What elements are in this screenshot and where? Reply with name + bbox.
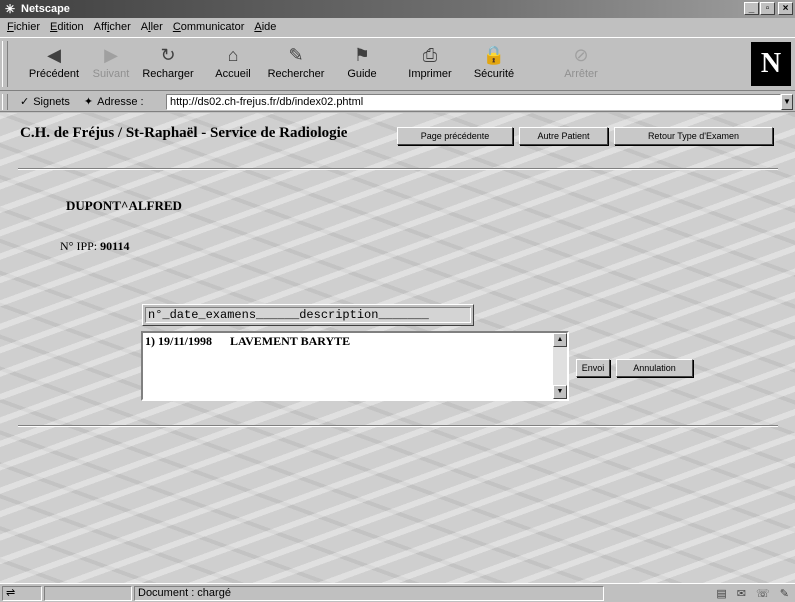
reload-icon: ↻ [160,45,176,65]
menu-fichier[interactable]: Fichier [2,21,45,33]
window-title: Netscape [21,3,70,15]
padlock-icon: 🔒 [482,45,506,65]
ipp-value: 90114 [100,239,130,253]
title-bar: ✳ Netscape _ ▫ × [0,0,795,18]
address-label: ✦ Adresse : [83,95,144,109]
page-proxy-icon[interactable]: ✦ [84,95,93,108]
menu-bar: Fichier Edition Afficher Aller Communica… [0,18,795,36]
menu-aide[interactable]: Aide [249,21,281,33]
printer-icon: ⎙ [422,45,438,65]
cancel-button[interactable]: Annulation [616,359,693,377]
component-navigator-icon[interactable]: ▤ [716,587,726,600]
bookmarks-button[interactable]: ✓ Signets [20,95,70,109]
previous-page-button[interactable]: Page précédente [397,127,513,145]
composer-icon[interactable]: ✎ [780,587,789,600]
security-button[interactable]: 🔒 Sécurité [466,42,522,88]
status-text: Document : chargé [134,585,604,601]
menu-communicator[interactable]: Communicator [168,21,250,33]
patient-name: DUPONT^ALFRED [66,198,182,213]
toolbar-grip[interactable] [2,41,8,87]
netscape-star-icon: ✳ [4,2,16,16]
divider-bottom [18,425,778,427]
stop-icon: ⊘ [573,45,589,65]
forward-arrow-icon: ▶ [104,45,118,65]
url-dropdown-button[interactable]: ▼ [781,94,793,110]
other-patient-button[interactable]: Autre Patient [519,127,608,145]
discussion-icon[interactable]: ☏ [756,587,770,600]
connection-status-icon: ⇌ [2,585,42,601]
scroll-up-arrow-icon[interactable]: ▲ [553,333,567,347]
navigation-toolbar: ◀ Précédent ▶ Suivant ↻ Recharger ⌂ Accu… [0,37,795,91]
list-header-field[interactable]: n°_date_examens______description_______ [142,304,474,326]
progress-bar [44,585,132,601]
menu-afficher[interactable]: Afficher [89,21,136,33]
guide-button[interactable]: ⚑ Guide [340,42,384,88]
page-content: C.H. de Fréjus / St-Raphaël - Service de… [0,113,795,583]
reload-button[interactable]: ↻ Recharger [138,42,198,88]
patient-ipp: N° IPP: 90114 [60,239,130,253]
listbox-scrollbar[interactable]: ▲ ▼ [553,333,567,399]
forward-button[interactable]: ▶ Suivant [86,42,136,88]
home-icon: ⌂ [227,45,239,65]
stop-button[interactable]: ⊘ Arrêter [558,42,604,88]
scroll-down-arrow-icon[interactable]: ▼ [553,385,567,399]
url-input[interactable]: http://ds02.ch-frejus.fr/db/index02.phtm… [166,94,781,110]
back-button[interactable]: ◀ Précédent [28,42,80,88]
menu-edition[interactable]: Edition [45,21,89,33]
maximize-button[interactable]: ▫ [760,2,775,15]
bookmarks-icon: ✓ [20,96,30,108]
divider-top [18,168,778,170]
location-grip[interactable] [2,93,8,110]
search-button[interactable]: ✎ Rechercher [262,42,330,88]
list-item[interactable]: 1) 19/11/1998 LAVEMENT BARYTE [145,334,350,349]
home-button[interactable]: ⌂ Accueil [206,42,260,88]
flashlight-search-icon: ✎ [288,45,304,65]
send-button[interactable]: Envoi [576,359,610,377]
minimize-button[interactable]: _ [744,2,759,15]
exam-listbox[interactable]: 1) 19/11/1998 LAVEMENT BARYTE ▲ ▼ [141,331,569,401]
back-arrow-icon: ◀ [47,45,61,65]
close-button[interactable]: × [778,2,793,15]
list-header-text: n°_date_examens______description_______ [145,307,471,323]
mail-icon[interactable]: ✉ [737,587,746,600]
menu-aller[interactable]: Aller [136,21,168,33]
netscape-logo: N [751,42,791,86]
print-button[interactable]: ⎙ Imprimer [402,42,458,88]
return-exam-type-button[interactable]: Retour Type d'Examen [614,127,773,145]
guide-signpost-icon: ⚑ [353,45,371,65]
location-bar: ✓ Signets ✦ Adresse : http://ds02.ch-fre… [0,92,795,112]
page-title: C.H. de Fréjus / St-Raphaël - Service de… [20,125,348,141]
status-bar: ⇌ Document : chargé ▤ ✉ ☏ ✎ [0,583,795,602]
